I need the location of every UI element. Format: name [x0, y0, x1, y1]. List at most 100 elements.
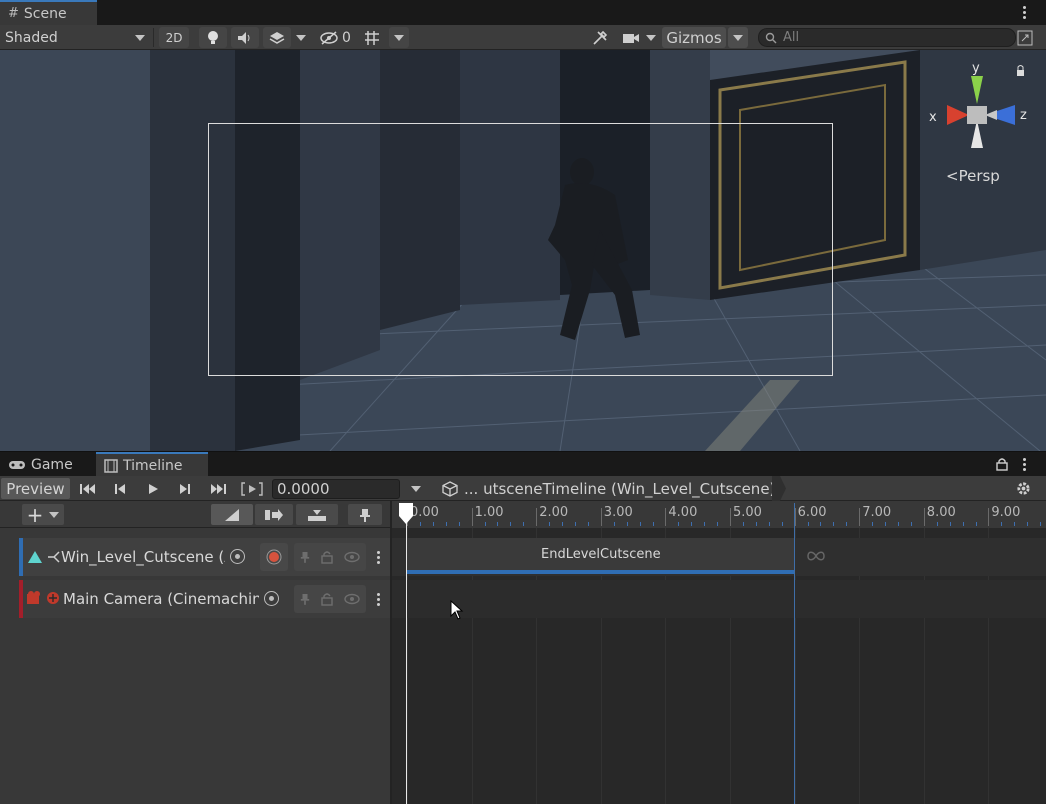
ripple-mode-button[interactable]	[211, 504, 253, 525]
ruler-tick-label: 9.00	[991, 505, 1021, 520]
lock-icon[interactable]	[321, 592, 333, 606]
ruler-minor-tick	[419, 522, 421, 526]
play-range-icon	[241, 481, 263, 496]
breadcrumb-arrow-icon	[772, 476, 786, 501]
preview-label: Preview	[6, 479, 65, 498]
lightbulb-icon	[208, 30, 218, 44]
ripple-edit-button[interactable]	[296, 504, 338, 525]
effects-dropdown[interactable]	[296, 27, 312, 48]
chevron-down-icon	[733, 34, 743, 41]
step-forward-icon	[180, 483, 190, 494]
ruler-minor-tick	[484, 522, 486, 526]
tab-timeline[interactable]: Timeline	[96, 452, 208, 477]
projection-toggle[interactable]: <Persp	[946, 167, 1000, 185]
layers-icon	[269, 31, 285, 44]
ruler-minor-tick	[910, 522, 912, 526]
preview-toggle-button[interactable]: Preview	[1, 478, 70, 499]
hidden-count: 0	[342, 29, 351, 46]
effects-toggle-button[interactable]	[263, 27, 291, 48]
ruler-major-tick	[988, 508, 990, 526]
play-button[interactable]	[139, 478, 167, 499]
tab-game[interactable]: Game	[0, 452, 92, 477]
ruler-minor-tick	[1040, 522, 1042, 526]
clip-label: EndLevelCutscene	[541, 546, 661, 562]
track-color-bar	[19, 538, 23, 576]
ruler-tick-label: 6.00	[797, 505, 827, 520]
track-row-animation[interactable]: Main Camera (Cinemachine	[19, 580, 390, 618]
next-frame-button[interactable]	[171, 478, 199, 499]
lock-icon[interactable]	[996, 457, 1008, 471]
eye-slash-icon	[320, 30, 338, 45]
scene-search-input[interactable]: All	[758, 28, 1016, 47]
gizmos-dropdown[interactable]	[728, 27, 748, 48]
hidden-objects-toggle[interactable]: 0	[320, 27, 356, 48]
previous-frame-button[interactable]	[106, 478, 134, 499]
object-picker-icon[interactable]	[264, 591, 279, 606]
lighting-toggle-button[interactable]	[199, 27, 227, 48]
ruler-minor-tick	[1027, 522, 1029, 526]
camera-settings-dropdown[interactable]	[622, 27, 660, 48]
current-time-field[interactable]: 0.0000	[272, 479, 400, 499]
ruler-minor-tick	[742, 522, 744, 526]
add-track-button[interactable]: +	[22, 504, 64, 525]
timeline-more-menu-icon[interactable]	[1017, 454, 1031, 474]
ruler-tick-label: 1.00	[474, 505, 504, 520]
toggle-2d-button[interactable]: 2D	[159, 27, 189, 48]
clip-endlevelcutscene[interactable]: EndLevelCutscene	[407, 538, 795, 574]
go-to-end-button[interactable]	[204, 478, 232, 499]
chevron-down-icon	[411, 485, 421, 492]
ruler-minor-tick	[949, 522, 951, 526]
timeline-tab-bar: Game Timeline	[0, 451, 1046, 477]
go-to-start-button[interactable]	[74, 478, 102, 499]
ruler-minor-tick	[846, 522, 848, 526]
hash-icon: #	[8, 6, 19, 21]
gear-icon[interactable]	[1016, 481, 1031, 496]
play-icon	[149, 483, 158, 494]
breadcrumb[interactable]: ... utsceneTimeline (Win_Level_Cutscene)	[442, 478, 775, 499]
ruler-tick-label: 8.00	[926, 505, 956, 520]
object-picker-icon[interactable]	[230, 549, 245, 564]
camera-icon	[623, 33, 639, 43]
ruler-minor-tick	[691, 522, 693, 526]
orientation-gizmo-icon[interactable]: x y z	[925, 60, 1035, 160]
track-menu-icon[interactable]	[371, 547, 385, 567]
grid-snap-toggle[interactable]	[364, 27, 382, 48]
tools-button[interactable]	[592, 27, 610, 48]
time-ruler[interactable]: 0.00 1.00 2.00 3.00 4.00 5.00 6.00 7.00 8.00 9.00	[392, 501, 1046, 528]
record-icon	[266, 549, 282, 565]
projection-label: Persp	[958, 167, 1000, 185]
replace-mode-button[interactable]	[255, 504, 293, 525]
ruler-tick-label: 7.00	[862, 505, 892, 520]
ruler-major-tick	[665, 508, 667, 526]
grid-icon	[365, 30, 379, 45]
pin-icon[interactable]	[300, 550, 310, 564]
maximize-button[interactable]	[1017, 27, 1037, 48]
timeline-selector-dropdown[interactable]	[402, 478, 430, 499]
audio-toggle-button[interactable]	[231, 27, 259, 48]
ruler-minor-tick	[820, 522, 822, 526]
tab-scene[interactable]: # Scene	[0, 0, 97, 25]
skip-end-icon	[211, 483, 226, 494]
ruler-minor-tick	[626, 522, 628, 526]
shading-mode-dropdown[interactable]: Shaded	[5, 27, 147, 48]
eye-icon[interactable]	[344, 551, 361, 563]
ruler-minor-tick	[833, 522, 835, 526]
play-range-button[interactable]	[238, 478, 266, 499]
track-menu-icon[interactable]	[371, 589, 385, 609]
lock-icon[interactable]	[321, 550, 333, 564]
camera-frame-guide	[208, 123, 833, 376]
track-row-activation[interactable]: Win_Level_Cutscene (A	[19, 538, 390, 576]
eye-icon[interactable]	[344, 593, 361, 605]
ruler-major-tick	[536, 508, 538, 526]
pin-icon[interactable]	[300, 592, 310, 606]
playhead-handle-icon[interactable]	[398, 502, 414, 526]
gizmos-button[interactable]: Gizmos	[662, 27, 726, 48]
scene-more-menu-icon[interactable]	[1017, 2, 1031, 22]
record-button[interactable]	[260, 543, 288, 571]
ruler-major-tick	[730, 508, 731, 526]
grid-dropdown[interactable]	[389, 27, 409, 48]
timeline-toolbar: Preview 0.0000 ... utsceneTimeline (Win_…	[0, 476, 1046, 501]
pin-button[interactable]	[348, 504, 382, 525]
ruler-minor-tick	[704, 522, 706, 526]
scene-viewport[interactable]: x y z <Persp	[0, 50, 1046, 451]
